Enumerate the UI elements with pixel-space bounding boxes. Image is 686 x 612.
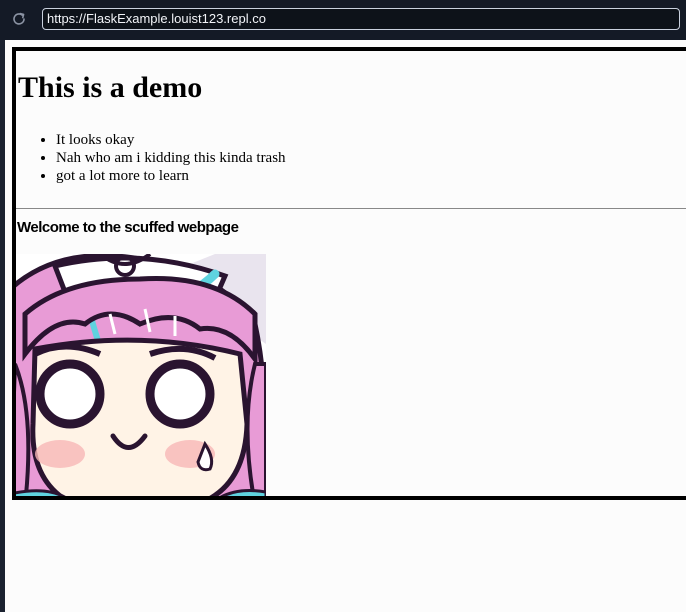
webview: This is a demo It looks okay Nah who am … <box>5 40 686 612</box>
divider <box>16 208 686 209</box>
list-item: Nah who am i kidding this kinda trash <box>56 149 286 167</box>
page-frame: This is a demo It looks okay Nah who am … <box>12 47 686 500</box>
address-bar[interactable]: https://FlaskExample.louist123.repl.co <box>42 8 680 30</box>
bullet-list: It looks okay Nah who am i kidding this … <box>16 131 286 185</box>
welcome-heading: Welcome to the scuffed webpage <box>17 219 239 236</box>
list-item: It looks okay <box>56 131 286 149</box>
list-item: got a lot more to learn <box>56 167 286 185</box>
browser-toolbar: https://FlaskExample.louist123.repl.co <box>0 0 686 40</box>
reload-icon[interactable] <box>11 11 27 27</box>
page-title: This is a demo <box>18 71 203 104</box>
chibi-character-image <box>16 252 269 496</box>
